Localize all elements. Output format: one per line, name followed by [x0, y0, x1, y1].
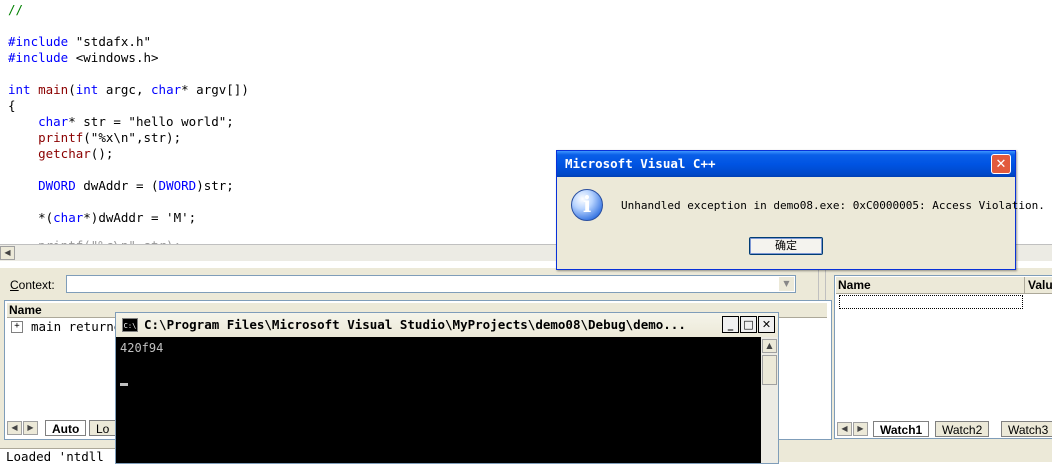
expand-icon[interactable]: + — [11, 321, 23, 333]
code-line: #include <windows.h> — [8, 50, 159, 65]
code-line: int main(int argc, char* argv[]) — [8, 82, 249, 97]
variable-row[interactable]: main returne — [31, 319, 121, 334]
variables-tabs: ◀ ▶ Auto Lo — [5, 419, 117, 437]
output-pane: Loaded 'ntdll — [0, 448, 120, 464]
scroll-left-icon[interactable]: ◀ — [0, 246, 15, 260]
scroll-thumb[interactable] — [762, 355, 777, 385]
info-icon: i — [571, 189, 603, 221]
tab-scroll-left-icon[interactable]: ◀ — [7, 421, 22, 435]
tab-scroll-right-icon[interactable]: ▶ — [853, 422, 868, 436]
watch-tabs: ◀ ▶ Watch1 Watch2 Watch3 — [835, 420, 1052, 438]
console-output: 420f94 — [120, 341, 164, 355]
close-icon[interactable]: ✕ — [758, 316, 775, 333]
close-icon[interactable]: ✕ — [991, 154, 1011, 174]
watch-column-value[interactable]: Valu — [1024, 277, 1052, 293]
console-cursor — [120, 383, 128, 386]
context-dropdown[interactable]: ▼ — [66, 275, 796, 293]
code-line: printf("%x\n",str); — [38, 130, 182, 145]
console-title: C:\Program Files\Microsoft Visual Studio… — [144, 317, 686, 332]
code-line: // — [8, 2, 24, 17]
tab-watch2[interactable]: Watch2 — [935, 421, 990, 437]
console-icon: C:\ — [122, 318, 138, 332]
tab-locals[interactable]: Lo — [89, 420, 117, 436]
error-message: Unhandled exception in demo08.exe: 0xC00… — [621, 199, 1045, 212]
message-box-title: Microsoft Visual C++ — [565, 156, 716, 171]
watch-header: Name Valu — [836, 277, 1052, 294]
tab-auto[interactable]: Auto — [45, 420, 87, 436]
chevron-down-icon[interactable]: ▼ — [779, 277, 794, 291]
message-box-titlebar[interactable]: Microsoft Visual C++ ✕ — [557, 151, 1015, 177]
code-line: #include "stdafx.h" — [8, 34, 152, 49]
watch-column-name[interactable]: Name — [838, 277, 871, 293]
message-box: Microsoft Visual C++ ✕ i Unhandled excep… — [556, 150, 1045, 270]
maximize-icon[interactable]: □ — [740, 316, 757, 333]
watch-new-entry[interactable] — [839, 295, 1023, 309]
tab-scroll-right-icon[interactable]: ▶ — [23, 421, 38, 435]
context-label: Context: — [10, 278, 55, 292]
tab-watch3[interactable]: Watch3 — [1001, 421, 1052, 437]
watch-panel: Name Valu ◀ ▶ Watch1 Watch2 Watch3 — [834, 275, 1052, 439]
code-line: char* str = "hello world"; — [38, 114, 234, 129]
code-line: *(char*)dwAddr = 'M'; — [8, 210, 197, 225]
ok-button[interactable]: 确定 — [749, 237, 823, 255]
scroll-up-icon[interactable]: ▲ — [762, 339, 777, 353]
code-line: { — [8, 98, 16, 113]
code-line: DWORD dwAddr = (DWORD)str; — [38, 178, 234, 193]
tab-watch1[interactable]: Watch1 — [873, 421, 930, 437]
minimize-icon[interactable]: _ — [722, 316, 739, 333]
console-vertical-scrollbar[interactable]: ▲ — [761, 337, 778, 463]
console-titlebar[interactable]: C:\ C:\Program Files\Microsoft Visual St… — [116, 313, 778, 337]
console-window[interactable]: C:\ C:\Program Files\Microsoft Visual St… — [115, 312, 779, 464]
column-name: Name — [9, 303, 42, 317]
tab-scroll-left-icon[interactable]: ◀ — [837, 422, 852, 436]
code-line: getchar(); — [38, 146, 114, 161]
